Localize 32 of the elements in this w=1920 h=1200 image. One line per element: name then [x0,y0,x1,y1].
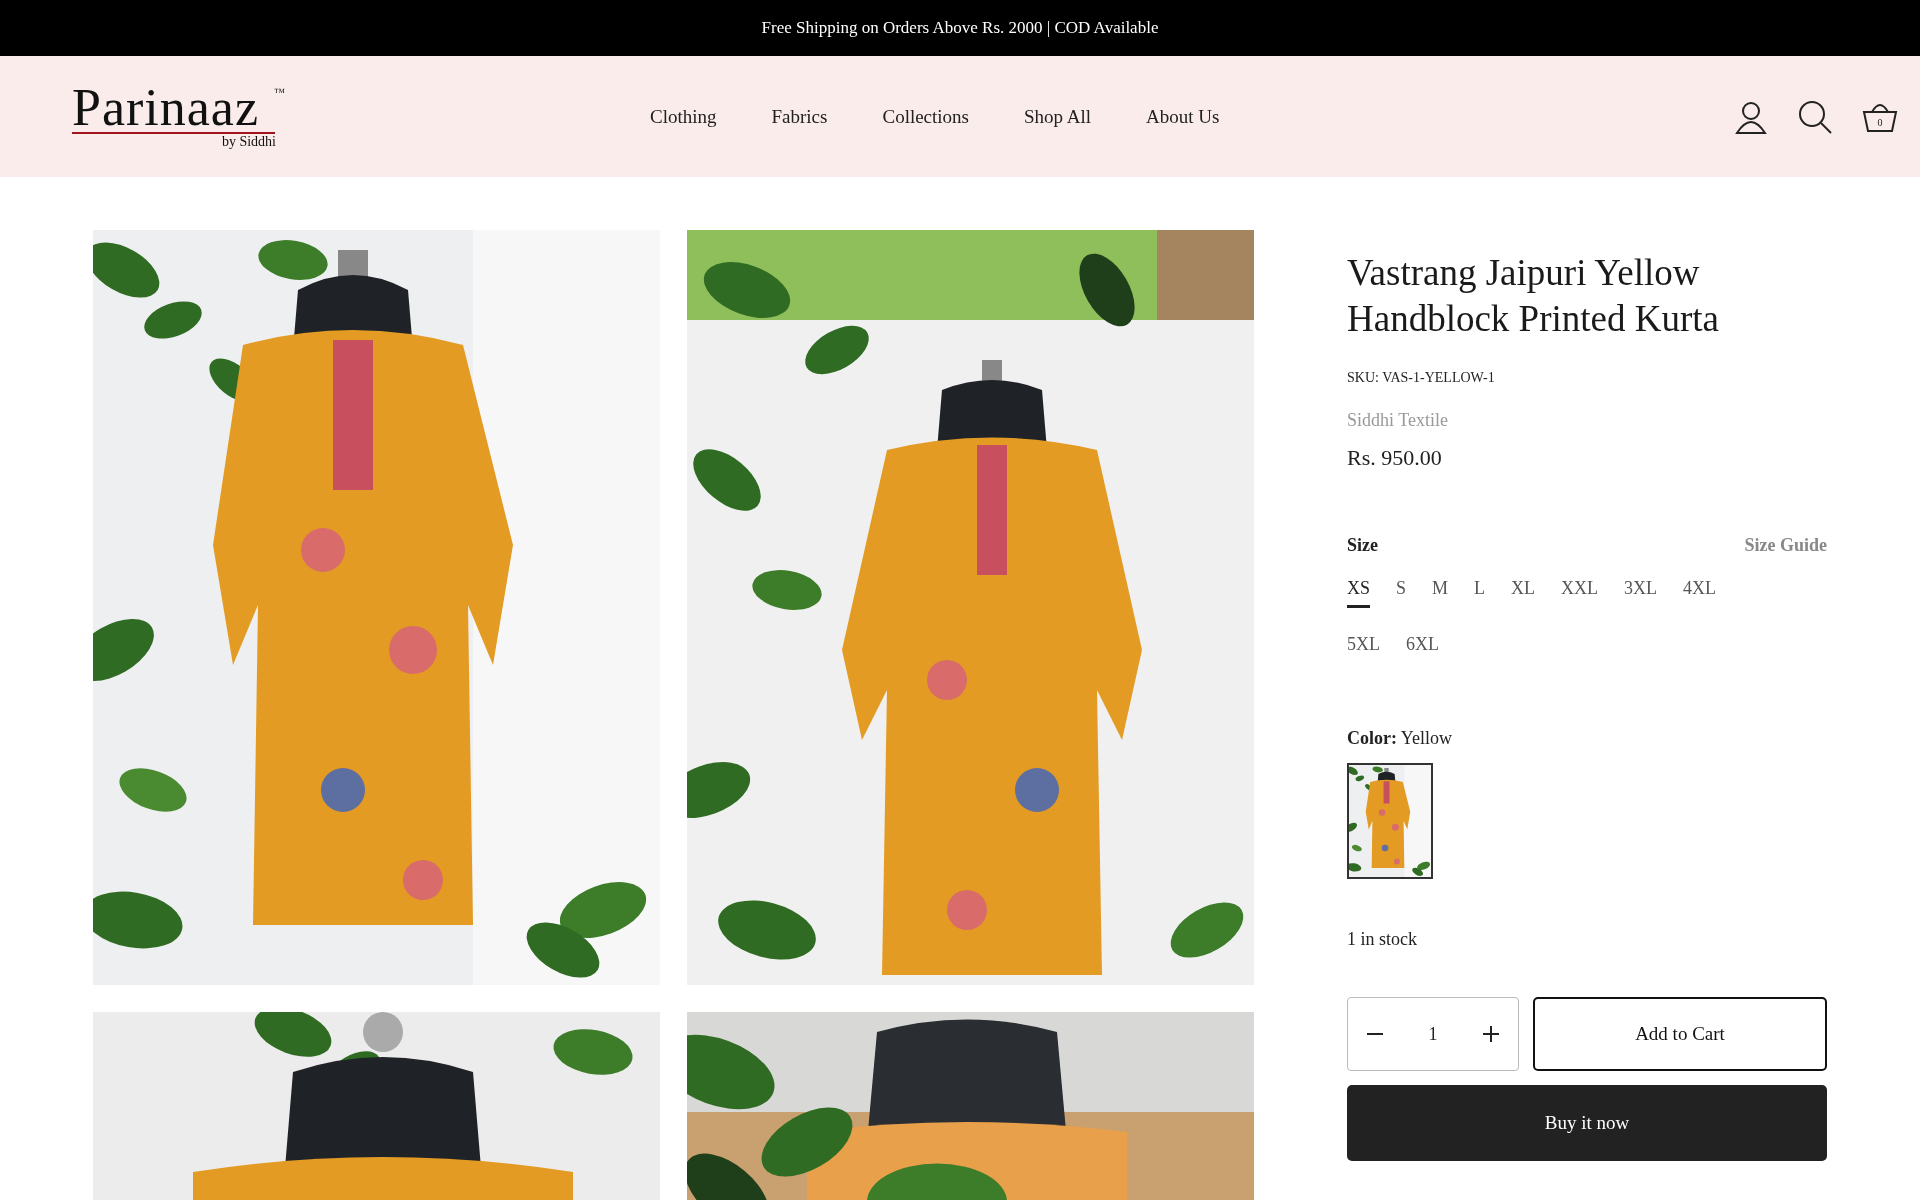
size-option[interactable]: S [1396,578,1407,608]
quantity-selector[interactable]: 1 [1347,997,1519,1071]
nav-link[interactable]: Shop All [1024,105,1092,128]
nav-link[interactable]: About Us [1146,105,1220,128]
size-option[interactable]: XXL [1561,578,1599,608]
product-title: Vastrang Jaipuri Yellow Handblock Printed Kurta [1347,251,1720,341]
buy-now-button[interactable]: Buy it now [1347,1085,1827,1161]
add-to-cart-button[interactable]: Add to Cart [1533,997,1827,1071]
size-option[interactable]: 4XL [1683,578,1717,608]
stock-text: 1 in stock [1347,929,1418,950]
announcement-text: Free Shipping on Orders Above Rs. 2000 | COD Available [761,18,1159,38]
nav-link[interactable]: Fabrics [771,105,828,128]
search-icon[interactable] [1798,99,1832,134]
nav-link[interactable]: Collections [882,105,969,128]
account-icon[interactable] [1734,99,1768,134]
price-text: Rs. 950.00 [1347,445,1443,471]
size-option[interactable]: 3XL [1624,578,1658,608]
quantity-field[interactable]: 1 [1416,1022,1450,1046]
size-option[interactable]: XS [1347,578,1370,608]
size-guide-link[interactable]: Size Guide [1744,535,1827,556]
size-option[interactable]: XL [1511,578,1536,608]
size-option[interactable]: 6XL [1406,634,1439,664]
size-option[interactable]: L [1474,578,1486,608]
size-option[interactable]: 5XL [1347,634,1380,664]
vendor-text: Siddhi Textile [1347,410,1449,431]
brand-logo[interactable]: Parinaaz ™ by Siddhi [72,83,290,150]
nav-link[interactable]: Clothing [650,105,717,128]
color-label: Color: Yellow [1347,728,1453,749]
size-option[interactable]: M [1432,578,1449,608]
sku-text: SKU: VAS-1-YELLOW-1 [1347,370,1496,386]
color-swatch[interactable] [1347,763,1433,879]
size-label: Size [1347,535,1378,556]
